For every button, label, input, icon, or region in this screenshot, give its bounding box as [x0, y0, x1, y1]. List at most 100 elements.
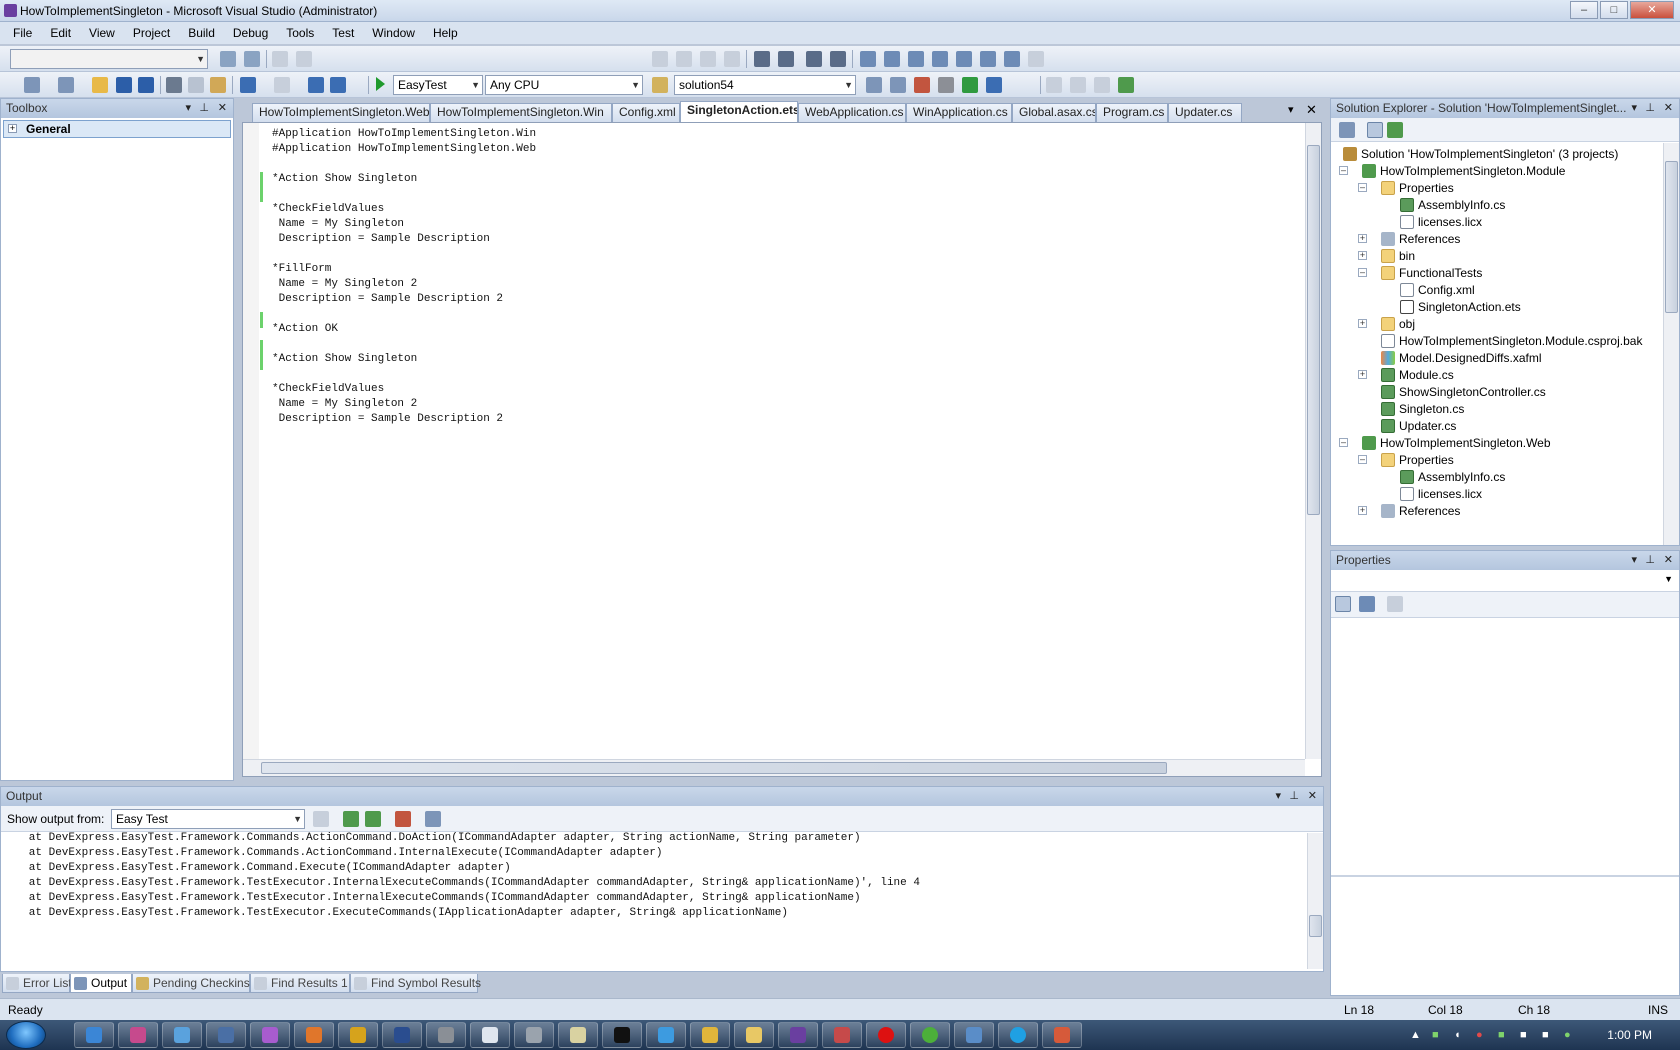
tree-item[interactable]: Properties [1381, 451, 1454, 469]
clear-all-icon[interactable] [395, 811, 411, 827]
tree-item[interactable]: FunctionalTests [1381, 264, 1482, 282]
tree-item[interactable]: ShowSingletonController.cs [1381, 383, 1546, 401]
taskbar-app-icon[interactable] [910, 1022, 950, 1048]
code-line[interactable]: *FillForm [272, 262, 536, 277]
output-line[interactable]: at DevExpress.EasyTest.Framework.Command… [9, 831, 920, 846]
taskbar-app-icon[interactable] [470, 1022, 510, 1048]
maximize-button[interactable]: □ [1600, 1, 1628, 19]
taskbar-app-icon[interactable] [162, 1022, 202, 1048]
object-combo[interactable]: ▼ [10, 49, 208, 69]
add-item-icon[interactable] [58, 77, 74, 93]
navigate-backward-icon[interactable] [308, 77, 324, 93]
find-combo[interactable]: solution54 ▼ [674, 75, 856, 95]
tab-winapplication-cs[interactable]: WinApplication.cs [906, 103, 1012, 122]
solution-platform-select[interactable]: Any CPU ▼ [485, 75, 643, 95]
tab-webapplication-cs[interactable]: WebApplication.cs [798, 103, 906, 122]
pin-icon[interactable]: ⊥ [1645, 99, 1655, 118]
layout-icon-2[interactable] [1070, 77, 1086, 93]
code-line[interactable] [272, 367, 536, 382]
tree-item[interactable]: bin [1381, 247, 1415, 265]
taskbar-app-icon[interactable] [558, 1022, 598, 1048]
minimize-button[interactable]: – [1570, 1, 1598, 19]
output-line[interactable]: at DevExpress.EasyTest.Framework.TestExe… [9, 876, 920, 891]
code-line[interactable]: *Action Show Singleton [272, 352, 536, 367]
scroll-thumb[interactable] [1307, 145, 1320, 515]
tab-find-symbol-results[interactable]: Find Symbol Results [350, 974, 481, 993]
find-message-icon[interactable] [313, 811, 329, 827]
taskbar-record-icon[interactable] [866, 1022, 906, 1048]
prev-bookmark-doc-icon[interactable] [980, 51, 996, 67]
scroll-thumb[interactable] [1665, 161, 1678, 313]
tray-app-icon[interactable]: ■ [1542, 1029, 1549, 1041]
code-line[interactable]: #Application HowToImplementSingleton.Web [272, 142, 536, 157]
comment-icon[interactable] [806, 51, 822, 67]
menu-test[interactable]: Test [323, 26, 363, 40]
output-line[interactable]: at DevExpress.EasyTest.Framework.Command… [9, 861, 920, 876]
taskbar-app-icon[interactable] [646, 1022, 686, 1048]
code-editor[interactable]: #Application HowToImplementSingleton.Win… [242, 122, 1322, 777]
tree-item[interactable]: AssemblyInfo.cs [1400, 468, 1505, 486]
output-source-select[interactable]: Easy Test ▼ [111, 809, 305, 829]
output-line[interactable]: at DevExpress.EasyTest.Framework.Command… [9, 846, 920, 861]
property-pages-icon[interactable] [1387, 596, 1403, 612]
quick-info-icon[interactable] [700, 51, 716, 67]
tree-item[interactable]: SingletonAction.ets [1400, 298, 1521, 316]
prev-bookmark-icon[interactable] [884, 51, 900, 67]
menu-edit[interactable]: Edit [41, 26, 80, 40]
start-debugging-icon[interactable] [376, 77, 385, 91]
start-button[interactable] [6, 1021, 46, 1049]
menu-window[interactable]: Window [363, 26, 424, 40]
clear-bookmarks-icon[interactable] [1028, 51, 1044, 67]
tree-item[interactable]: Singleton.cs [1381, 400, 1464, 418]
increase-indent-icon[interactable] [778, 51, 794, 67]
navigate-forward-icon[interactable] [330, 77, 346, 93]
tree-item[interactable]: References [1381, 502, 1460, 520]
taskbar-app-icon[interactable] [338, 1022, 378, 1048]
taskbar-app-icon[interactable] [514, 1022, 554, 1048]
close-icon[interactable]: ✕ [1308, 787, 1317, 806]
font-up-icon[interactable] [272, 51, 288, 67]
taskbar-app-icon[interactable] [954, 1022, 994, 1048]
taskbar-explorer-icon[interactable] [734, 1022, 774, 1048]
next-bookmark-icon[interactable] [908, 51, 924, 67]
show-all-files-icon[interactable] [1367, 122, 1383, 138]
expand-icon[interactable]: + [1358, 251, 1367, 260]
dropdown-icon[interactable]: ▾ [1275, 787, 1281, 806]
collapse-icon[interactable]: – [1358, 455, 1367, 464]
tray-app-icon[interactable]: ■ [1498, 1029, 1505, 1041]
save-all-icon[interactable] [138, 77, 154, 93]
expand-icon[interactable]: + [1358, 506, 1367, 515]
taskbar-clock[interactable]: 1:00 PM [1607, 1028, 1652, 1042]
menu-tools[interactable]: Tools [277, 26, 323, 40]
tab-howtoimplementsingleton-win[interactable]: HowToImplementSingleton.Win [430, 103, 612, 122]
taskbar-app-icon[interactable] [250, 1022, 290, 1048]
alphabetical-icon[interactable] [1359, 596, 1375, 612]
taskbar-app-icon[interactable] [118, 1022, 158, 1048]
taskbar-cmd-icon[interactable] [602, 1022, 642, 1048]
taskbar-firefox-icon[interactable] [294, 1022, 334, 1048]
close-icon[interactable]: ✕ [218, 99, 227, 118]
tree-item[interactable]: obj [1381, 315, 1415, 333]
tray-app-icon[interactable]: ● [1476, 1029, 1483, 1041]
close-button[interactable]: ✕ [1630, 1, 1674, 19]
taskbar-app-icon[interactable] [206, 1022, 246, 1048]
tree-item[interactable]: licenses.licx [1400, 213, 1482, 231]
editor-vertical-scrollbar[interactable] [1305, 123, 1321, 759]
close-icon[interactable]: ✕ [1664, 551, 1673, 570]
tab-find-results[interactable]: Find Results 1 [250, 974, 350, 993]
solution-explorer-icon[interactable] [866, 77, 882, 93]
decrease-indent-icon[interactable] [754, 51, 770, 67]
expand-icon[interactable]: + [1358, 319, 1367, 328]
previous-message-icon[interactable] [343, 811, 359, 827]
menu-debug[interactable]: Debug [224, 26, 277, 40]
code-line[interactable]: Description = Sample Description 2 [272, 412, 536, 427]
word-complete-icon[interactable] [724, 51, 740, 67]
pin-icon[interactable]: ⊥ [1289, 787, 1299, 806]
collapse-icon[interactable]: – [1339, 166, 1348, 175]
word-wrap-icon[interactable] [425, 811, 441, 827]
dropdown-icon[interactable]: ▾ [1631, 99, 1637, 118]
undo-icon[interactable] [240, 77, 256, 93]
tray-volume-icon[interactable]: ◖ [1454, 1029, 1461, 1041]
collapse-icon[interactable]: – [1339, 438, 1348, 447]
solution-explorer-scrollbar[interactable] [1663, 143, 1679, 545]
